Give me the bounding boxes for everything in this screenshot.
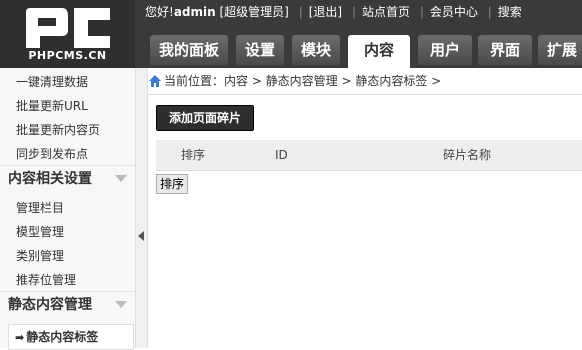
sidebar-item-sync-publish[interactable]: 同步到发布点 — [16, 142, 88, 166]
logout-link[interactable]: [退出] — [309, 5, 342, 19]
phpcms-logo-icon — [26, 8, 110, 48]
tab-extensions[interactable]: 扩展 — [538, 35, 582, 65]
home-icon — [149, 75, 161, 87]
sidebar-item-batch-update-url[interactable]: 批量更新URL — [16, 94, 88, 118]
main-content: 添加页面碎片 排序 ID 碎片名称 排序 — [148, 95, 582, 348]
breadcrumb-bar: 当前位置：内容 > 静态内容管理 > 静态内容标签 > — [148, 68, 582, 95]
sidebar-item-static-tags[interactable]: ➡ 静态内容标签 — [8, 324, 134, 350]
tab-content[interactable]: 内容 — [348, 35, 410, 68]
logo-text: PHPCMS.CN — [28, 49, 107, 62]
top-user-bar: 您好!admin [超级管理员] | [退出] | 站点首页 | 会员中心 | 搜索 — [145, 3, 522, 20]
add-page-fragment-button[interactable]: 添加页面碎片 — [156, 105, 254, 131]
site-home-link[interactable]: 站点首页 — [362, 5, 410, 19]
greeting: 您好! — [145, 5, 174, 19]
divider: | — [487, 5, 492, 19]
column-header-id: ID — [275, 148, 288, 162]
search-link[interactable]: 搜索 — [498, 5, 522, 19]
tab-my-panel[interactable]: 我的面板 — [150, 35, 228, 65]
sidebar: 一键清理数据 批量更新URL 批量更新内容页 同步到发布点 内容相关设置 管理栏… — [0, 68, 136, 350]
divider: | — [298, 5, 303, 19]
sidebar-item-position-manage[interactable]: 推荐位管理 — [16, 268, 76, 292]
column-header-fragment-name: 碎片名称 — [443, 148, 492, 162]
sidebar-item-clear-data[interactable]: 一键清理数据 — [16, 70, 88, 94]
arrow-right-icon: ➡ — [15, 331, 25, 344]
sidebar-item-category-manage[interactable]: 类别管理 — [16, 244, 64, 268]
divider: | — [351, 5, 356, 19]
sidebar-item-manage-columns[interactable]: 管理栏目 — [16, 196, 64, 220]
tab-interface[interactable]: 界面 — [478, 35, 532, 65]
breadcrumb: 当前位置：内容 > 静态内容管理 > 静态内容标签 > — [164, 74, 442, 88]
chevron-down-icon — [115, 301, 127, 308]
sidebar-group-static-content[interactable]: 静态内容管理 — [0, 291, 135, 318]
sidebar-item-batch-update-content[interactable]: 批量更新内容页 — [16, 118, 100, 142]
sidebar-group-title: 内容相关设置 — [8, 171, 92, 187]
sidebar-item-label: 静态内容标签 — [26, 330, 99, 344]
tab-settings[interactable]: 设置 — [236, 35, 284, 65]
tab-users[interactable]: 用户 — [418, 35, 472, 65]
sidebar-group-content-settings[interactable]: 内容相关设置 — [0, 165, 135, 192]
chevron-down-icon — [115, 175, 127, 182]
table-header: 排序 ID 碎片名称 — [156, 140, 582, 171]
sidebar-item-model-manage[interactable]: 模型管理 — [16, 220, 64, 244]
collapse-arrow-icon — [138, 231, 144, 241]
sidebar-group-title: 静态内容管理 — [8, 297, 92, 313]
divider: | — [419, 5, 424, 19]
user-role: [超级管理员] — [219, 5, 289, 19]
sidebar-collapse-handle[interactable] — [136, 68, 148, 348]
header: PHPCMS.CN 您好!admin [超级管理员] | [退出] | 站点首页 |… — [0, 0, 582, 68]
username: admin — [173, 5, 216, 19]
member-center-link[interactable]: 会员中心 — [430, 5, 478, 19]
column-header-sort: 排序 — [181, 148, 206, 162]
sort-button[interactable]: 排序 — [156, 174, 188, 194]
tab-modules[interactable]: 模块 — [292, 35, 340, 65]
logo[interactable]: PHPCMS.CN — [0, 0, 135, 68]
